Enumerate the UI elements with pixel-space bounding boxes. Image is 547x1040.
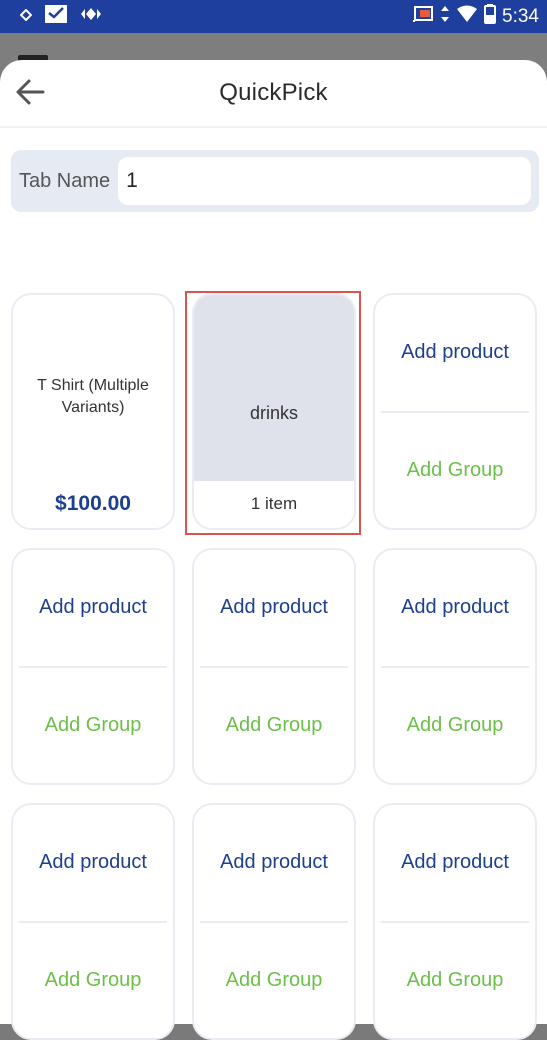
location-icon [19,8,33,26]
group-name: drinks [249,402,298,423]
add-product-button[interactable]: Add product [194,805,354,921]
empty-slot: Add product Add Group [373,803,537,1040]
add-product-button[interactable]: Add product [375,295,535,411]
add-product-button[interactable]: Add product [375,805,535,921]
group-card[interactable]: drinks 1 item [192,293,356,530]
group-count: 1 item [250,493,298,513]
empty-slot: Add product Add Group [192,548,356,785]
arrow-left-icon [15,79,45,110]
page-title: QuickPick [219,79,328,106]
add-group-button[interactable]: Add Group [13,668,173,784]
empty-slot: Add product Add Group [11,803,175,1040]
tab-name-row: Tab Name [11,150,539,212]
diamond-icon [80,5,102,28]
cast-icon [412,5,434,28]
group-thumbnail: drinks [194,295,354,481]
add-group-button[interactable]: Add Group [375,413,535,529]
tab-name-label: Tab Name [19,169,111,192]
add-product-button[interactable]: Add product [13,550,173,666]
status-bar: 5:34 [0,0,547,33]
add-group-button[interactable]: Add Group [194,668,354,784]
status-time: 5:34 [502,5,539,27]
product-card[interactable]: T Shirt (Multiple Variants) $100.00 [11,293,175,530]
add-product-button[interactable]: Add product [375,550,535,666]
data-arrows-icon [440,5,450,28]
tab-name-input[interactable] [118,157,531,205]
product-name: T Shirt (Multiple Variants) [37,377,149,416]
product-price: $100.00 [55,492,131,515]
back-button[interactable] [12,76,48,112]
add-group-button[interactable]: Add Group [375,923,535,1039]
add-group-button[interactable]: Add Group [375,668,535,784]
wifi-icon [456,5,478,28]
add-product-button[interactable]: Add product [13,805,173,921]
empty-slot: Add product Add Group [373,548,537,785]
empty-slot: Add product Add Group [373,293,537,530]
add-group-button[interactable]: Add Group [194,923,354,1039]
checkbox-icon [44,4,68,29]
sheet-header: QuickPick [0,60,547,128]
battery-icon [484,4,497,29]
add-group-button[interactable]: Add Group [13,923,173,1039]
add-product-button[interactable]: Add product [194,550,354,666]
empty-slot: Add product Add Group [11,548,175,785]
empty-slot: Add product Add Group [192,803,356,1040]
